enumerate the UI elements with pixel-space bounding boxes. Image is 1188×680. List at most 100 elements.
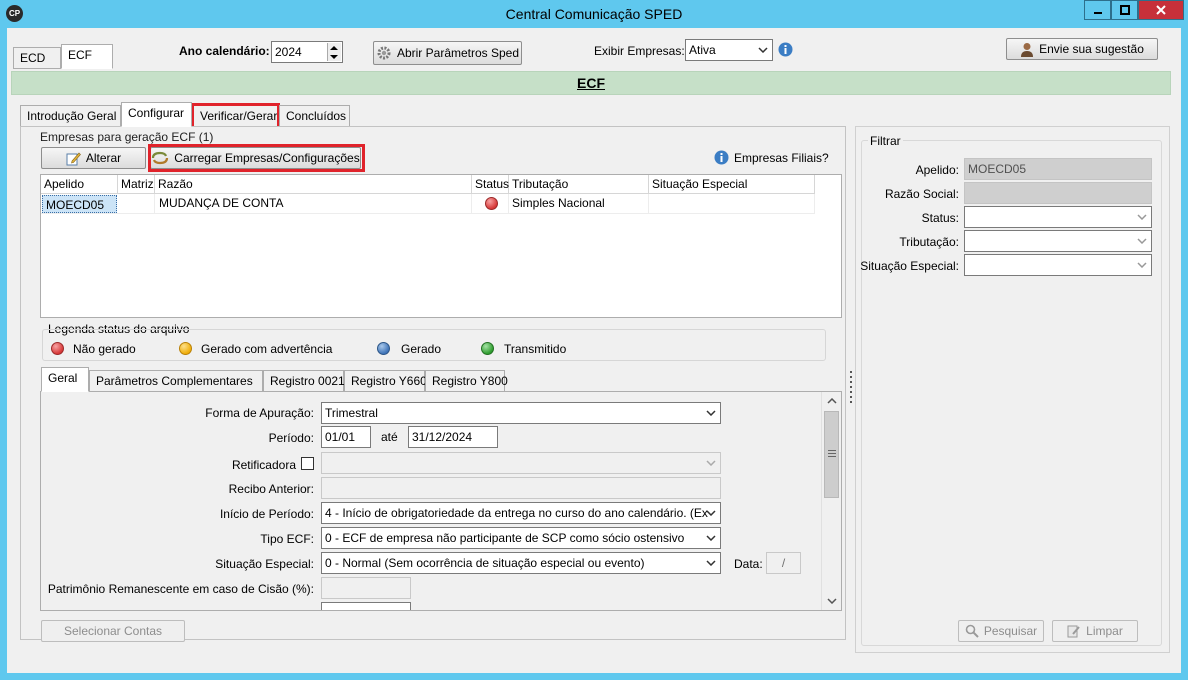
carregar-empresas-button[interactable]: Carregar Empresas/Configurações bbox=[150, 147, 361, 169]
maximize-icon bbox=[1119, 5, 1130, 15]
retificadora-select[interactable] bbox=[321, 452, 721, 474]
chevron-down-icon bbox=[702, 454, 719, 472]
periodo-ate-label: até bbox=[381, 430, 398, 444]
cell-matriz[interactable] bbox=[118, 194, 155, 213]
forma-apuracao-select[interactable]: Trimestral bbox=[321, 402, 721, 424]
col-header-razao[interactable]: Razão bbox=[155, 175, 472, 194]
cell-situacao-especial[interactable] bbox=[649, 194, 815, 213]
scroll-up-icon[interactable] bbox=[827, 398, 837, 404]
situacao-especial-select[interactable]: 0 - Normal (Sem ocorrência de situação e… bbox=[321, 552, 721, 574]
empresas-grid[interactable]: Apelido Matriz Razão Status Tributação S… bbox=[40, 174, 842, 318]
legenda-gerado: Gerado bbox=[401, 342, 442, 356]
window-title: Central Comunicação SPED bbox=[505, 6, 683, 22]
filtro-situacao-label: Situação Especial: bbox=[860, 259, 959, 273]
spin-down-icon[interactable] bbox=[328, 53, 340, 61]
cell-tributacao[interactable]: Simples Nacional bbox=[509, 194, 649, 213]
tab-registro-0021[interactable]: Registro 0021 bbox=[263, 370, 345, 392]
col-header-situacao-especial[interactable]: Situação Especial bbox=[649, 175, 815, 194]
periodo-fim-input[interactable]: 31/12/2024 bbox=[408, 426, 498, 448]
title-bar[interactable]: CP Central Comunicação SPED bbox=[0, 0, 1188, 28]
legenda-nao-gerado: Não gerado bbox=[73, 342, 136, 356]
exibir-empresas-label: Exibir Empresas: bbox=[594, 44, 685, 58]
recibo-anterior-input[interactable] bbox=[321, 477, 721, 499]
tab-concluidos[interactable]: Concluídos bbox=[279, 105, 350, 127]
col-header-tributacao[interactable]: Tributação bbox=[509, 175, 649, 194]
retificadora-checkbox[interactable] bbox=[301, 457, 314, 470]
filtro-tributacao-select[interactable] bbox=[964, 230, 1152, 252]
splitter-grip-icon bbox=[850, 371, 852, 403]
tab-parametros-complementares[interactable]: Parâmetros Complementares bbox=[89, 370, 263, 392]
close-button[interactable] bbox=[1138, 0, 1184, 20]
app-window: CP Central Comunicação SPED ECD ECF Ano … bbox=[0, 0, 1188, 680]
data-input[interactable]: / bbox=[766, 552, 801, 574]
periodo-inicio-input[interactable]: 01/01 bbox=[321, 426, 371, 448]
status-not-generated-icon bbox=[51, 342, 64, 355]
data-label: Data: bbox=[734, 557, 763, 571]
recibo-anterior-label: Recibo Anterior: bbox=[228, 482, 314, 496]
maximize-button[interactable] bbox=[1111, 0, 1138, 20]
situacao-especial-label: Situação Especial: bbox=[215, 557, 314, 571]
chevron-down-icon bbox=[1133, 232, 1150, 250]
exibir-empresas-select[interactable]: Ativa bbox=[685, 39, 773, 61]
legenda-transmitido: Transmitido bbox=[504, 342, 567, 356]
tab-verificar-gerar[interactable]: Verificar/Gerar bbox=[193, 105, 279, 127]
cell-razao[interactable]: MUDANÇA DE CONTA bbox=[155, 194, 472, 213]
scroll-down-icon[interactable] bbox=[827, 598, 837, 604]
periodo-label: Período: bbox=[268, 431, 314, 445]
chevron-down-icon bbox=[1133, 208, 1150, 226]
status-dot-icon bbox=[485, 197, 498, 210]
filtro-apelido-input[interactable]: MOECD05 bbox=[964, 158, 1152, 180]
pesquisar-button[interactable]: Pesquisar bbox=[958, 620, 1044, 642]
filtro-razao-input[interactable] bbox=[964, 182, 1152, 204]
splitter-handle[interactable] bbox=[850, 371, 853, 407]
ano-label: Ano calendário: bbox=[179, 44, 270, 58]
patrimonio-remanescente-label: Patrimônio Remanescente em caso de Cisão… bbox=[47, 582, 314, 596]
close-icon bbox=[1156, 5, 1166, 15]
empresas-group-label: Empresas para geração ECF (1) bbox=[40, 130, 214, 144]
filtro-tributacao-label: Tributação: bbox=[899, 235, 959, 249]
status-transmitted-icon bbox=[481, 342, 494, 355]
tab-configurar[interactable]: Configurar bbox=[121, 102, 192, 127]
envie-sugestao-button[interactable]: Envie sua sugestão bbox=[1006, 38, 1158, 60]
col-header-status[interactable]: Status bbox=[472, 175, 509, 194]
tab-ecf[interactable]: ECF bbox=[61, 44, 113, 69]
limpar-button[interactable]: Limpar bbox=[1052, 620, 1138, 642]
tipo-ecf-select[interactable]: 0 - ECF de empresa não participante de S… bbox=[321, 527, 721, 549]
ano-stepper[interactable]: 2024 bbox=[271, 41, 343, 63]
cell-apelido[interactable]: MOECD05 bbox=[42, 195, 117, 213]
inicio-periodo-label: Início de Período: bbox=[219, 507, 314, 521]
chevron-down-icon bbox=[702, 504, 719, 522]
inicio-periodo-select[interactable]: 4 - Início de obrigatoriedade da entrega… bbox=[321, 502, 721, 524]
tab-registro-y800[interactable]: Registro Y800 bbox=[425, 370, 508, 392]
table-row[interactable]: MOECD05 MUDANÇA DE CONTA Simples Naciona… bbox=[41, 194, 815, 214]
cell-status[interactable] bbox=[472, 194, 509, 213]
empresas-filiais-label: Empresas Filiais? bbox=[734, 151, 829, 165]
tab-geral[interactable]: Geral bbox=[41, 367, 89, 392]
spin-up-icon[interactable] bbox=[328, 44, 340, 52]
info-icon[interactable] bbox=[714, 150, 729, 165]
chevron-down-icon bbox=[754, 41, 771, 59]
filtro-status-label: Status: bbox=[921, 211, 959, 225]
col-header-apelido[interactable]: Apelido bbox=[41, 175, 118, 194]
info-icon[interactable] bbox=[778, 42, 793, 57]
tab-introducao-geral[interactable]: Introdução Geral bbox=[20, 105, 121, 127]
alterar-button[interactable]: Alterar bbox=[41, 147, 146, 169]
abrir-parametros-button[interactable]: Abrir Parâmetros Sped bbox=[373, 41, 522, 65]
filtro-status-select[interactable] bbox=[964, 206, 1152, 228]
filtro-situacao-select[interactable] bbox=[964, 254, 1152, 276]
status-generated-icon bbox=[377, 342, 390, 355]
form-scrollbar[interactable] bbox=[821, 392, 841, 610]
col-header-matriz[interactable]: Matriz bbox=[118, 175, 155, 194]
filtrar-title: Filtrar bbox=[868, 134, 903, 148]
tab-registro-y660[interactable]: Registro Y660 bbox=[344, 370, 427, 392]
tab-ecd[interactable]: ECD bbox=[13, 47, 61, 69]
selecionar-contas-button[interactable]: Selecionar Contas bbox=[41, 620, 185, 642]
patrimonio-remanescente-input[interactable] bbox=[321, 577, 411, 599]
minimize-icon bbox=[1093, 12, 1102, 14]
edit-icon bbox=[66, 152, 81, 165]
ano-spin-buttons[interactable] bbox=[327, 43, 341, 61]
chevron-down-icon bbox=[702, 554, 719, 572]
next-field-input[interactable] bbox=[321, 602, 411, 610]
scroll-thumb[interactable] bbox=[824, 411, 839, 498]
minimize-button[interactable] bbox=[1084, 0, 1111, 20]
